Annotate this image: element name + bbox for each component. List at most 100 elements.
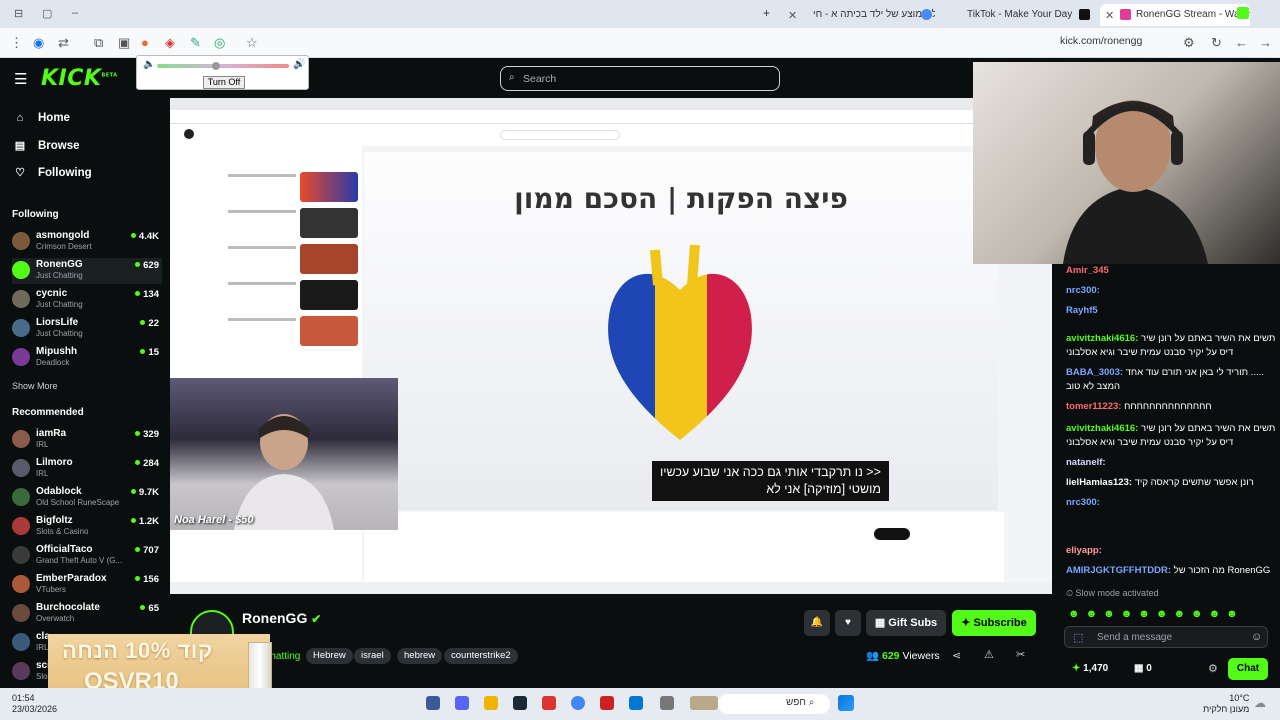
chat-username[interactable]: Amir_345 (1066, 265, 1109, 276)
tag[interactable]: hebrew (397, 648, 443, 664)
follow-button[interactable]: ♥ (835, 610, 861, 636)
sidebar-channel[interactable]: Mipushh Deadlock 15 (12, 345, 162, 371)
extension-icon[interactable]: ⇄ (58, 35, 69, 51)
chat-username[interactable]: AMIRJGKTGFFHTDDR: (1066, 565, 1171, 576)
gift-counter[interactable]: ▦ 0 (1134, 663, 1152, 674)
kick-ext-icon[interactable] (1237, 7, 1249, 19)
address-bar[interactable]: kick.com/ronengg (1060, 35, 1142, 47)
emote-row[interactable]: ☻☻☻☻☻☻☻☻☻☻ (1068, 604, 1268, 620)
sidebar-channel[interactable]: Bigfoltz Slots & Casino 1.2K (12, 514, 162, 540)
reload-icon[interactable]: ↻ (1211, 35, 1222, 51)
sidebar-channel[interactable]: iamRa IRL 329 (12, 427, 162, 453)
tab-3[interactable]: ✕ RonenGG Stream - Watch L (1100, 4, 1250, 26)
app-icon[interactable] (629, 696, 643, 710)
app-icon[interactable] (600, 696, 614, 710)
new-tab-icon[interactable]: + (763, 5, 770, 21)
tag[interactable]: israel (354, 648, 391, 664)
forward-icon[interactable]: → (1259, 35, 1272, 51)
close-icon[interactable]: ✕ (1105, 9, 1114, 22)
minimize-icon[interactable]: – (72, 5, 78, 21)
chat-send-button[interactable]: Chat (1228, 658, 1268, 680)
notification-bell-button[interactable]: 🔔 (804, 610, 830, 636)
volume-up-icon[interactable]: 🔊 (293, 59, 305, 70)
settings-icon[interactable]: ⚙ (1208, 662, 1218, 675)
search-input[interactable]: ⌕ Search (500, 66, 780, 91)
app-icon[interactable] (426, 696, 440, 710)
chat-username[interactable]: Rayhf5 (1066, 305, 1098, 316)
gift-subs-button[interactable]: ▦ Gift Subs (866, 610, 946, 636)
extension-icon[interactable]: ▣ (118, 35, 130, 51)
channel-category: Slots & Casino (36, 527, 89, 536)
gift-icon: ▦ (1134, 663, 1144, 674)
clip-icon[interactable]: ✂ (1016, 648, 1025, 661)
app-icon[interactable] (690, 696, 718, 710)
chat-username[interactable]: nrc300: (1066, 497, 1100, 508)
extension-icon[interactable]: ⧉ (94, 35, 103, 51)
nav-home[interactable]: ⌂ Home (12, 112, 70, 124)
sidebar-channel[interactable]: Odablock Old School RuneScape 9.7K (12, 485, 162, 511)
taskbar-search[interactable]: חפש ⌕ (718, 694, 830, 714)
extension-icon[interactable]: ◎ (214, 35, 225, 51)
window-menu-icon[interactable]: ⊟ (14, 6, 23, 22)
report-icon[interactable]: ⚠ (984, 648, 994, 661)
tune-icon[interactable]: ⚙ (1183, 35, 1195, 51)
chat-username[interactable]: eliyapp: (1066, 545, 1102, 556)
tag[interactable]: Hebrew (306, 648, 353, 664)
nav-following[interactable]: ♡ Following (12, 166, 92, 179)
chat-text: תוריד לי באן אני תורם עוד אחד ..... (1125, 367, 1264, 378)
mute-icon[interactable]: 🔈 (143, 59, 155, 70)
nav-browse[interactable]: ▤ Browse (12, 139, 80, 152)
restore-icon[interactable]: ▢ (42, 6, 52, 22)
steam-icon[interactable] (513, 696, 527, 710)
share-icon[interactable]: ⋖ (952, 649, 961, 662)
tab-label: גיל ממוצע של ילד בכיתה א - חי (813, 9, 935, 20)
chat-username[interactable]: avivitzhaki4616: (1066, 333, 1138, 344)
extension-icon[interactable]: ● (141, 35, 149, 51)
tab-1[interactable]: ✕ גיל ממוצע של ילד בכיתה א - חי (785, 4, 935, 26)
folder-icon[interactable] (484, 696, 498, 710)
chat-username[interactable]: BABA_3003: (1066, 367, 1123, 378)
sidebar-channel[interactable]: OfficialTaco Grand Theft Auto V (G... 707 (12, 543, 162, 569)
sidebar-channel[interactable]: cycnic Just Chatting 134 (12, 287, 162, 313)
chat-username[interactable]: lielHamias123: (1066, 477, 1132, 488)
chat-input[interactable]: ⬚ Send a message ☺ (1064, 626, 1268, 648)
volume-thumb[interactable] (212, 62, 221, 70)
sidebar-channel[interactable]: asmongold Crimson Desert 4.4K (12, 229, 162, 255)
sidebar-channel[interactable]: LiorsLife Just Chatting 22 (12, 316, 162, 342)
star-icon[interactable]: ☆ (246, 35, 258, 51)
channel-points[interactable]: ✦ 1,470 (1072, 663, 1108, 674)
weather-widget[interactable]: 10°C מעונן חלקית (1203, 693, 1249, 715)
sidebar-channel[interactable]: RonenGG Just Chatting 629 (12, 258, 162, 284)
close-icon[interactable]: ✕ (788, 9, 797, 22)
back-icon[interactable]: ← (1235, 35, 1248, 51)
chat-username[interactable]: natanelf: (1066, 457, 1106, 468)
more-icon[interactable]: ⋮ (10, 35, 23, 51)
tag[interactable]: counterstrike2 (444, 648, 518, 664)
menu-icon[interactable]: ☰ (14, 70, 27, 88)
sidebar-channel[interactable]: EmberParadox VTubers 156 (12, 572, 162, 598)
discord-icon[interactable] (455, 696, 469, 710)
subscribe-button[interactable]: ✦ Subscribe (952, 610, 1036, 636)
volume-slider[interactable] (157, 64, 289, 68)
channel-name[interactable]: RonenGG ✔ (242, 610, 321, 626)
chat-username[interactable]: avivitzhaki4616: (1066, 423, 1138, 434)
show-more-link[interactable]: Show More (12, 381, 58, 391)
start-icon[interactable] (838, 695, 854, 711)
kick-logo[interactable]: KICKBETA (41, 66, 118, 91)
chat-username[interactable]: nrc300: (1066, 285, 1100, 296)
chrome-icon[interactable] (571, 696, 585, 710)
app-icon[interactable] (542, 696, 556, 710)
chat-username[interactable]: tomer11223: (1066, 401, 1121, 412)
turn-off-button[interactable]: Turn Off (203, 76, 245, 89)
extension-icon[interactable]: ✎ (190, 35, 201, 51)
clock[interactable]: 01:54 23/03/2026 (12, 693, 57, 715)
app-icon[interactable] (660, 696, 674, 710)
extension-icon[interactable]: ◉ (33, 35, 44, 51)
extension-icon[interactable]: ◈ (165, 35, 175, 51)
sidebar-channel[interactable]: Lilmoro IRL 284 (12, 456, 162, 482)
tab-2[interactable]: TikTok - Make Your Day (945, 4, 1095, 26)
sidebar-channel[interactable]: Burchocolate Overwatch 65 (12, 601, 162, 627)
verified-icon: ✔ (311, 612, 322, 626)
emoji-icon[interactable]: ☺ (1251, 631, 1262, 643)
chat-message: tomer11223: חחחחחחחחחחחחחח (1066, 400, 1278, 413)
